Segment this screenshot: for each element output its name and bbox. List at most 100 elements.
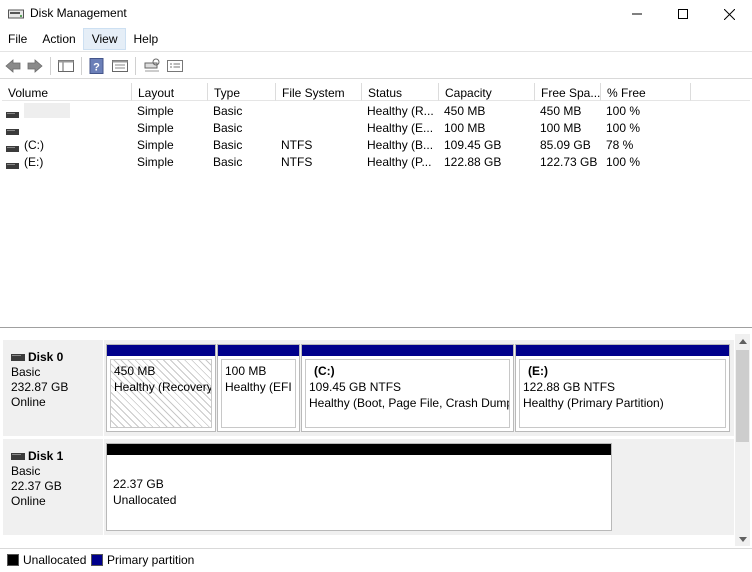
back-arrow-icon[interactable] xyxy=(4,57,22,75)
cell-capacity: 450 MB xyxy=(444,104,486,118)
cell-type: Basic xyxy=(213,155,243,169)
menu-file[interactable]: File xyxy=(0,28,34,50)
column-header-percent-free[interactable]: % Free xyxy=(601,83,691,101)
drive-icon xyxy=(6,124,19,135)
legend-primary-label: Primary partition xyxy=(107,553,195,567)
partition-size: 122.88 GB NTFS xyxy=(523,380,616,394)
partition-label: (E:) xyxy=(528,364,548,378)
graphical-disk-pane: Disk 0 Basic 232.87 GB Online 450 MB Hea… xyxy=(0,334,752,546)
disk-0-type: Basic xyxy=(11,365,41,379)
primary-partition-bar xyxy=(516,345,729,356)
graphical-pane-scrollbar[interactable] xyxy=(735,334,750,546)
rescan-disks-icon[interactable] xyxy=(143,57,161,75)
show-hide-console-tree-icon[interactable] xyxy=(57,57,75,75)
cell-capacity: 122.88 GB xyxy=(444,155,502,169)
column-header-file-system[interactable]: File System xyxy=(276,83,362,101)
toolbar-separator xyxy=(81,57,82,75)
disk-list-icon[interactable] xyxy=(166,57,184,75)
volume-row[interactable]: Simple Basic Healthy (R... 450 MB 450 MB… xyxy=(2,102,750,119)
partition-c[interactable]: (C:) 109.45 GB NTFS Healthy (Boot, Page … xyxy=(301,344,514,432)
column-header-free-space[interactable]: Free Spa... xyxy=(535,83,601,101)
properties-icon[interactable] xyxy=(111,57,129,75)
primary-partition-bar xyxy=(218,345,299,356)
cell-free-space: 122.73 GB xyxy=(540,155,598,169)
volume-list-pane: Volume Layout Type File System Status Ca… xyxy=(0,81,752,328)
partition-efi[interactable]: 100 MB Healthy (EFI S xyxy=(217,344,300,432)
legend-unallocated-swatch xyxy=(7,554,19,566)
disk-1-name: Disk 1 xyxy=(28,449,64,463)
help-icon[interactable]: ? xyxy=(88,57,106,75)
title-bar: Disk Management xyxy=(0,0,752,28)
partition-box: (E:) 122.88 GB NTFS Healthy (Primary Par… xyxy=(519,359,726,428)
cell-file-system: NTFS xyxy=(281,155,313,169)
forward-arrow-icon[interactable] xyxy=(26,57,44,75)
cell-type: Basic xyxy=(213,138,243,152)
column-header-status[interactable]: Status xyxy=(362,83,439,101)
redacted-volume-name xyxy=(24,103,70,118)
disk-0-info[interactable]: Disk 0 Basic 232.87 GB Online xyxy=(3,340,103,436)
cell-capacity: 109.45 GB xyxy=(444,138,502,152)
disk-0-size: 232.87 GB xyxy=(11,380,69,394)
partition-recovery[interactable]: 450 MB Healthy (Recovery xyxy=(106,344,216,432)
partition-status: Unallocated xyxy=(113,493,177,507)
cell-status: Healthy (E... xyxy=(367,121,434,135)
menu-help[interactable]: Help xyxy=(126,28,166,50)
column-header-layout[interactable]: Layout xyxy=(132,83,208,101)
partition-status: Healthy (EFI S xyxy=(225,380,296,394)
partition-size: 22.37 GB xyxy=(113,477,164,491)
cell-volume: (E:) xyxy=(24,155,44,169)
cell-free-space: 100 MB xyxy=(540,121,582,135)
maximize-button[interactable] xyxy=(660,0,706,28)
unallocated-bar xyxy=(107,444,611,455)
disk-1-info[interactable]: Disk 1 Basic 22.37 GB Online xyxy=(3,439,103,535)
cell-layout: Simple xyxy=(137,104,174,118)
legend-primary-swatch xyxy=(91,554,103,566)
disk-0-title: Disk 0 xyxy=(11,350,103,365)
cell-layout: Simple xyxy=(137,121,174,135)
minimize-button[interactable] xyxy=(614,0,660,28)
partition-status: Healthy (Recovery xyxy=(114,380,212,394)
partition-box: 450 MB Healthy (Recovery xyxy=(110,359,212,428)
cell-file-system: NTFS xyxy=(281,138,313,152)
column-header-capacity[interactable]: Capacity xyxy=(439,83,535,101)
cell-free-space: 85.09 GB xyxy=(540,138,591,152)
close-button[interactable] xyxy=(706,0,752,28)
menu-bar: File Action View Help xyxy=(0,28,752,50)
disk-1-state: Online xyxy=(11,494,46,508)
toolbar: ? xyxy=(0,51,752,79)
column-header-volume[interactable]: Volume xyxy=(2,83,132,101)
disk-icon xyxy=(11,354,25,361)
volume-row[interactable]: (C:) Simple Basic NTFS Healthy (B... 109… xyxy=(2,136,750,153)
volume-row[interactable]: (E:) Simple Basic NTFS Healthy (P... 122… xyxy=(2,153,750,170)
partition-size: 450 MB xyxy=(114,364,156,378)
drive-icon xyxy=(6,141,19,152)
cell-free-space: 450 MB xyxy=(540,104,582,118)
column-header-type[interactable]: Type xyxy=(208,83,276,101)
primary-partition-bar xyxy=(302,345,513,356)
cell-layout: Simple xyxy=(137,155,174,169)
drive-icon xyxy=(6,158,19,169)
cell-type: Basic xyxy=(213,104,243,118)
menu-action[interactable]: Action xyxy=(34,28,82,50)
disk-0-partition-area: 450 MB Healthy (Recovery 100 MB Healthy … xyxy=(104,340,734,436)
scroll-up-arrow-icon[interactable] xyxy=(735,334,750,348)
cell-percent-free: 78 % xyxy=(606,138,634,152)
volume-row[interactable]: Simple Basic Healthy (E... 100 MB 100 MB… xyxy=(2,119,750,136)
disk-icon xyxy=(11,453,25,460)
disk-1-partition-area: 22.37 GB Unallocated xyxy=(104,439,734,535)
partition-box: 22.37 GB Unallocated xyxy=(110,458,608,527)
partition-size: 100 MB xyxy=(225,364,267,378)
partition-label: (C:) xyxy=(314,364,335,378)
scrollbar-thumb[interactable] xyxy=(736,350,749,442)
legend-bar: Unallocated Primary partition xyxy=(0,548,752,572)
disk-1-type: Basic xyxy=(11,464,41,478)
partition-e[interactable]: (E:) 122.88 GB NTFS Healthy (Primary Par… xyxy=(515,344,730,432)
partition-unallocated[interactable]: 22.37 GB Unallocated xyxy=(106,443,612,531)
cell-capacity: 100 MB xyxy=(444,121,486,135)
column-header-blank xyxy=(691,83,750,101)
partition-box: (C:) 109.45 GB NTFS Healthy (Boot, Page … xyxy=(305,359,510,428)
window-title: Disk Management xyxy=(30,6,127,20)
scroll-down-arrow-icon[interactable] xyxy=(735,532,750,546)
menu-view[interactable]: View xyxy=(82,28,126,50)
volume-list-header: Volume Layout Type File System Status Ca… xyxy=(2,83,750,101)
